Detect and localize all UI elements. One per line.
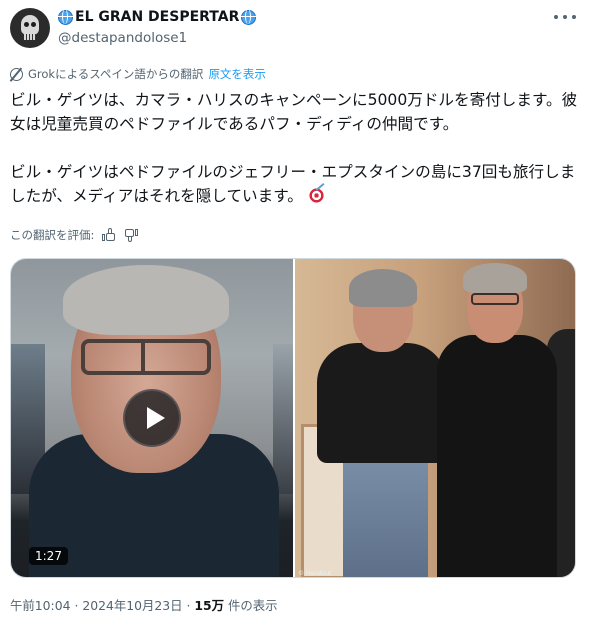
author-handle[interactable]: @destapandolose1 [58, 28, 256, 48]
author-display-name[interactable]: EL GRAN DESPERTAR [57, 8, 257, 26]
photo-image[interactable]: © Handout [295, 259, 575, 577]
translation-label: Grokによるスペイン語からの翻訳 [28, 67, 204, 81]
skull-eye-left [24, 22, 29, 27]
meta-separator: · [70, 598, 83, 613]
globe-icon [240, 9, 257, 25]
globe-icon [57, 9, 73, 25]
video-player[interactable]: 1:27 [11, 259, 293, 577]
author-names: EL GRAN DESPERTAR @destapandolose1 [57, 8, 257, 48]
photo-person-middle-body [437, 335, 557, 577]
thumbs-down-icon[interactable] [124, 228, 139, 242]
translation-rating: この翻訳を評価: [10, 227, 139, 243]
grok-icon [10, 67, 23, 81]
more-options-icon[interactable] [554, 12, 576, 22]
video-duration: 1:27 [29, 547, 68, 565]
photo-person-left-jeans [343, 454, 428, 577]
views-count: 15万 [194, 598, 225, 613]
tweet-text: ビル・ゲイツは、カマラ・ハリスのキャンペーンに5000万ドルを寄付します。彼女は… [10, 88, 582, 208]
rating-label: この翻訳を評価: [10, 228, 95, 242]
play-button[interactable] [123, 389, 181, 447]
show-original-link[interactable]: 原文を表示 [208, 66, 266, 82]
photo-person-left-hair [349, 269, 417, 307]
photo-credit: © Handout [298, 570, 332, 577]
skull-teeth [24, 34, 36, 40]
tweet-date[interactable]: 2024年10月23日 [82, 598, 182, 613]
photo-person-middle-glasses [471, 293, 519, 305]
photo-person-middle-hair [463, 263, 527, 293]
direct-hit-target-emoji [307, 187, 325, 204]
video-background-right [273, 344, 293, 494]
display-name-text: EL GRAN DESPERTAR [75, 9, 240, 25]
tweet-meta: 午前10:04 · 2024年10月23日 · 15万 件の表示 [10, 598, 278, 614]
video-person-glasses [81, 339, 211, 375]
media-grid: 1:27 © Handout [10, 258, 576, 578]
photo-person-left-body [317, 343, 447, 463]
tweet-header: EL GRAN DESPERTAR @destapandolose1 [10, 6, 580, 50]
tweet-body: ビル・ゲイツは、カマラ・ハリスのキャンペーンに5000万ドルを寄付します。彼女は… [10, 91, 578, 205]
avatar[interactable] [10, 8, 50, 48]
video-person-hair [63, 265, 229, 335]
meta-separator: · [182, 598, 195, 613]
thumbs-up-icon[interactable] [102, 228, 116, 242]
views-label: 件の表示 [224, 598, 278, 613]
skull-eye-right [31, 22, 36, 27]
tweet-time[interactable]: 午前10:04 [10, 598, 71, 613]
translation-notice: Grokによるスペイン語からの翻訳 原文を表示 [10, 66, 266, 82]
